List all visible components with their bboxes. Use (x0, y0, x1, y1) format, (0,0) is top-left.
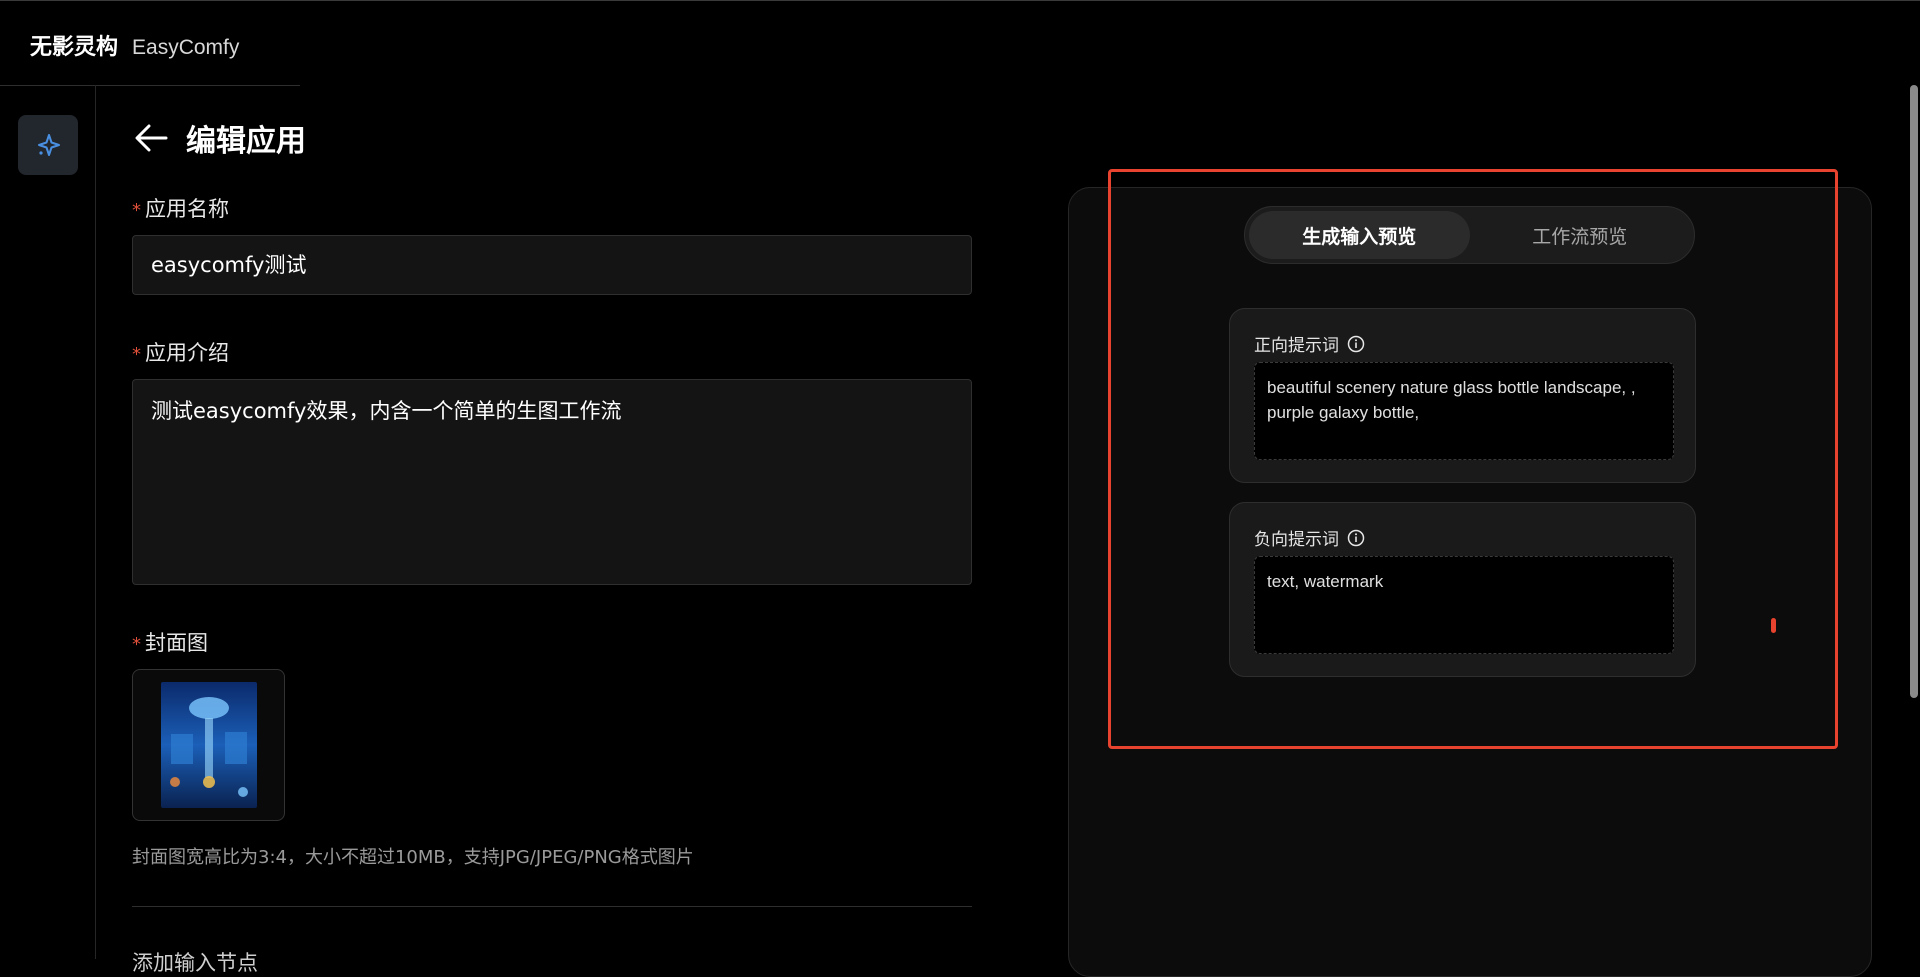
app-desc-label-text: 应用介绍 (145, 341, 229, 365)
page-header: 编辑应用 (132, 116, 306, 160)
app-name-label-text: 应用名称 (145, 197, 229, 221)
sidebar (0, 85, 96, 959)
cover-image (160, 682, 257, 808)
brand-name-en: EasyComfy (132, 36, 240, 59)
required-mark: * (132, 200, 141, 221)
cover-hint: 封面图宽高比为3:4，大小不超过10MB，支持JPG/JPEG/PNG格式图片 (132, 847, 694, 868)
page-title: 编辑应用 (186, 124, 306, 159)
cover-upload[interactable] (132, 669, 285, 821)
negative-prompt-label: 负向提示词 (1254, 525, 1365, 550)
app-desc-label: * 应用介绍 (132, 337, 229, 367)
positive-prompt-card: 正向提示词 beautiful scenery nature glass bot… (1229, 308, 1696, 483)
cursor-marker (1771, 618, 1776, 633)
tab-input-preview[interactable]: 生成输入预览 (1249, 211, 1470, 259)
info-icon[interactable] (1347, 335, 1365, 353)
add-input-node-label: 添加输入节点 (132, 951, 258, 975)
positive-prompt-label: 正向提示词 (1254, 331, 1365, 356)
divider (132, 906, 972, 907)
preview-tabs: 生成输入预览 工作流预览 (1244, 206, 1695, 264)
sparkle-icon (38, 134, 60, 156)
arrow-left-icon (135, 124, 168, 152)
app-name-input[interactable]: easycomfy测试 (132, 235, 972, 295)
info-icon[interactable] (1347, 529, 1365, 547)
cover-label: * 封面图 (132, 627, 208, 657)
scrollbar-thumb[interactable] (1910, 85, 1918, 698)
cover-label-text: 封面图 (145, 631, 208, 655)
negative-prompt-card: 负向提示词 text, watermark (1229, 502, 1696, 677)
negative-prompt-label-text: 负向提示词 (1254, 530, 1339, 550)
positive-prompt-input[interactable]: beautiful scenery nature glass bottle la… (1254, 362, 1674, 460)
tab-workflow-preview[interactable]: 工作流预览 (1470, 211, 1691, 259)
brand-name-cn: 无影灵构 (30, 35, 119, 60)
negative-prompt-input[interactable]: text, watermark (1254, 556, 1674, 654)
positive-prompt-label-text: 正向提示词 (1254, 336, 1339, 356)
brand[interactable]: 无影灵构 EasyComfy (30, 29, 239, 61)
back-button[interactable] (132, 119, 170, 157)
sidebar-item-apps[interactable] (18, 115, 78, 175)
required-mark: * (132, 344, 141, 365)
app-name-label: * 应用名称 (132, 193, 229, 223)
app-desc-textarea[interactable]: 测试easycomfy效果，内含一个简单的生图工作流 (132, 379, 972, 585)
top-bar: 无影灵构 EasyComfy (0, 0, 1920, 86)
required-mark: * (132, 634, 141, 655)
